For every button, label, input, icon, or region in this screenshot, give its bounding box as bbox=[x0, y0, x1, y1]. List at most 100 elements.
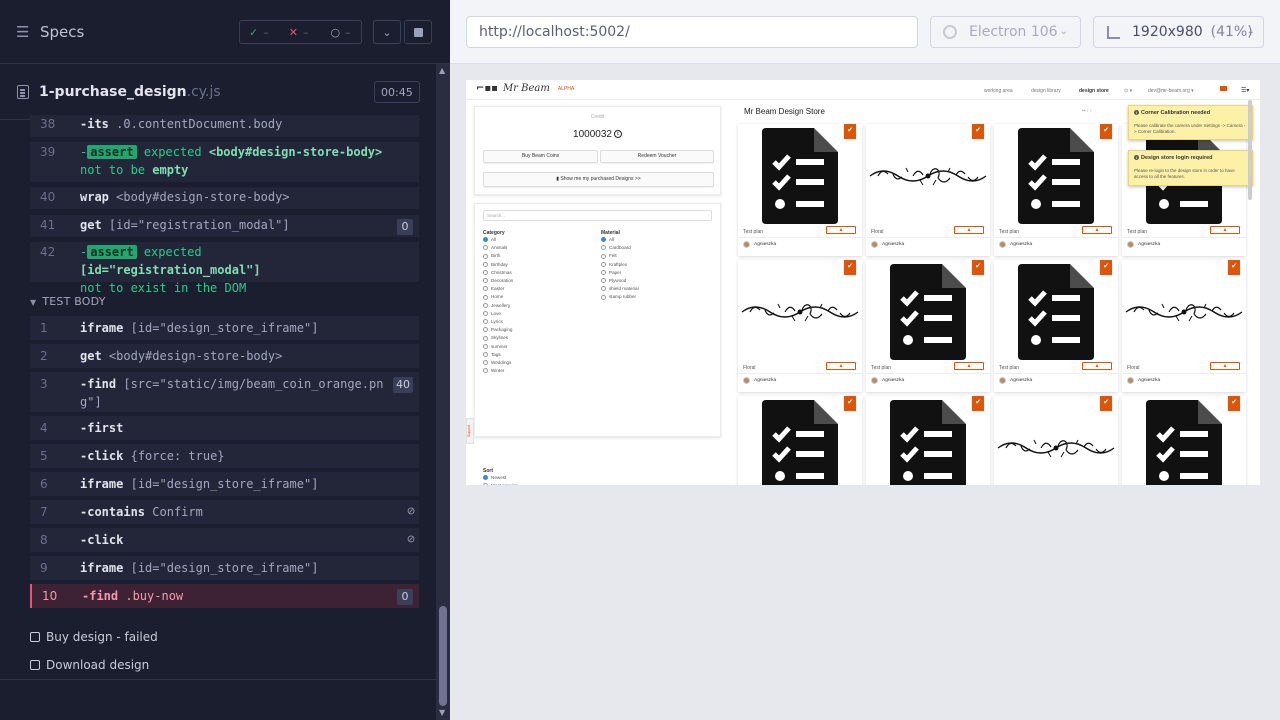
design-card[interactable]: ✔Test plan▲Agnieszka bbox=[994, 260, 1118, 392]
test-item-download-design[interactable]: Download design bbox=[30, 658, 149, 672]
material-option[interactable]: Cardboard bbox=[601, 245, 631, 250]
floral-ornament-image[interactable] bbox=[866, 124, 990, 227]
support-tab[interactable]: Support bbox=[466, 418, 474, 444]
sort-option[interactable]: Most popular bbox=[483, 483, 518, 485]
category-option[interactable]: Decoration bbox=[483, 278, 513, 283]
bookmark-ribbon-icon[interactable]: ✔ bbox=[1228, 396, 1240, 411]
material-option[interactable]: All bbox=[601, 237, 614, 242]
command-row[interactable]: 3 -find [src="static/img/beam_coin_orang… bbox=[30, 372, 419, 412]
category-option[interactable]: Lyrics bbox=[483, 319, 503, 324]
failed-command-row[interactable]: 10 -find .buy-now 0 bbox=[30, 584, 419, 608]
category-option[interactable]: Love bbox=[483, 311, 501, 316]
document-checklist-icon[interactable] bbox=[738, 124, 862, 227]
design-card[interactable]: ✔ bbox=[1122, 396, 1246, 485]
stop-button[interactable] bbox=[404, 20, 432, 44]
category-option[interactable]: Weddings bbox=[483, 360, 511, 365]
buy-design-button[interactable]: ▲ bbox=[1082, 362, 1112, 370]
command-row[interactable]: 1 iframe [id="design_store_iframe"] bbox=[30, 316, 419, 340]
spec-file-row[interactable]: 1-purchase_design .cy.js 00:45 bbox=[0, 76, 430, 108]
test-body-header[interactable]: ▼ TEST BODY bbox=[30, 295, 106, 308]
command-row[interactable]: 41 get [id="registration_modal"] 0 bbox=[30, 215, 419, 237]
design-card[interactable]: ✔ Floral ▲ Agnieszka bbox=[738, 260, 862, 392]
category-option[interactable]: All bbox=[483, 237, 496, 242]
design-card[interactable]: ✔ bbox=[738, 396, 862, 485]
material-option[interactable]: Kraftplex bbox=[601, 262, 627, 267]
redeem-voucher-button[interactable]: Redeem Voucher bbox=[600, 150, 714, 163]
bookmark-ribbon-icon[interactable]: ✔ bbox=[844, 260, 856, 275]
nav-design-store[interactable]: design store bbox=[1079, 88, 1109, 94]
command-row[interactable]: 6 iframe [id="design_store_iframe"] bbox=[30, 472, 419, 496]
nav-design-library[interactable]: design library bbox=[1031, 88, 1061, 94]
category-option[interactable]: Christmas bbox=[483, 270, 512, 275]
store-view-controls[interactable]: ▪▪ ‹ › bbox=[1082, 108, 1092, 114]
assert-row[interactable]: 39 - assert expected <body#design-store-b… bbox=[30, 142, 419, 182]
nav-user-menu[interactable]: dev@mr-beam.org ▾ bbox=[1148, 88, 1194, 94]
bookmark-ribbon-icon[interactable]: ✔ bbox=[972, 124, 984, 139]
category-option[interactable]: Winter bbox=[483, 368, 504, 373]
command-row[interactable]: 9 iframe [id="design_store_iframe"] bbox=[30, 556, 419, 580]
viewport-selector[interactable]: 1920x980 (41%) ⌄ bbox=[1093, 16, 1264, 48]
document-checklist-icon[interactable] bbox=[866, 260, 990, 363]
bookmark-ribbon-icon[interactable]: ✔ bbox=[844, 124, 856, 139]
buy-design-button[interactable]: ▲ bbox=[826, 362, 856, 370]
floral-ornament-image[interactable] bbox=[1122, 260, 1246, 363]
command-row[interactable]: 2 get <body#design-store-body> bbox=[30, 344, 419, 368]
category-option[interactable]: summer bbox=[483, 344, 508, 349]
buy-design-button[interactable]: ▲ bbox=[954, 226, 984, 234]
specs-list-icon[interactable]: ☰ bbox=[16, 23, 34, 41]
category-option[interactable]: Animals bbox=[483, 245, 507, 250]
category-option[interactable]: Skylines bbox=[483, 335, 508, 340]
category-option[interactable]: Birthday bbox=[483, 262, 508, 267]
nav-status[interactable]: ⊙ ▾ bbox=[1124, 88, 1132, 94]
store-login-notification[interactable]: Design store login required Please re-lo… bbox=[1128, 150, 1253, 186]
app-scrollbar[interactable] bbox=[1248, 100, 1252, 200]
corner-calibration-notification[interactable]: Corner Calibration needed Please calibra… bbox=[1128, 105, 1253, 140]
test-item-buy-design[interactable]: Buy design - failed bbox=[30, 630, 158, 644]
material-option[interactable]: Plywood bbox=[601, 278, 626, 283]
design-card[interactable]: ✔Test plan▲Agnieszka bbox=[738, 124, 862, 256]
browser-selector[interactable]: Electron 106 ⌄ bbox=[930, 16, 1081, 48]
bookmark-ribbon-icon[interactable]: ✔ bbox=[972, 396, 984, 411]
command-row[interactable]: 7 -contains Confirm ⊘ bbox=[30, 500, 419, 524]
bookmark-ribbon-icon[interactable]: ✔ bbox=[1100, 396, 1112, 411]
command-row[interactable]: 5 -click {force: true} bbox=[30, 444, 419, 468]
material-option[interactable]: Felt bbox=[601, 253, 617, 258]
design-search-input[interactable]: Search... bbox=[483, 210, 712, 221]
nav-working-area[interactable]: working area bbox=[984, 88, 1013, 94]
chevron-down-icon[interactable]: ⌄ bbox=[373, 20, 401, 44]
category-option[interactable]: Jewellery bbox=[483, 303, 510, 308]
buy-beam-coins-button[interactable]: Buy Beam Coins bbox=[483, 150, 598, 163]
category-option[interactable]: Easter bbox=[483, 286, 504, 291]
sort-option[interactable]: Newest bbox=[483, 475, 506, 480]
scroll-down-icon[interactable]: ▼ bbox=[439, 708, 445, 717]
mail-icon[interactable] bbox=[1220, 86, 1227, 91]
buy-design-button[interactable]: ▲ bbox=[1210, 362, 1240, 370]
design-card[interactable]: ✔Test plan▲Agnieszka bbox=[1122, 124, 1246, 256]
material-option[interactable]: shield material bbox=[601, 286, 639, 291]
category-option[interactable]: Packaging bbox=[483, 327, 512, 332]
category-option[interactable]: Home bbox=[483, 294, 503, 299]
design-card[interactable]: ✔ bbox=[994, 396, 1118, 485]
command-row[interactable]: 38 -its .0.contentDocument.body bbox=[30, 115, 419, 137]
design-card[interactable]: ✔Test plan▲Agnieszka bbox=[994, 124, 1118, 256]
buy-design-button[interactable]: ▲ bbox=[1210, 226, 1240, 234]
command-row[interactable]: 40 wrap <body#design-store-body> bbox=[30, 187, 419, 209]
command-row[interactable]: 4 -first bbox=[30, 416, 419, 440]
bookmark-ribbon-icon[interactable]: ✔ bbox=[1100, 124, 1112, 139]
design-card[interactable]: ✔ bbox=[866, 396, 990, 485]
reporter-scrollbar[interactable]: ▲ ▼ bbox=[436, 64, 450, 720]
buy-design-button[interactable]: ▲ bbox=[1082, 226, 1112, 234]
material-option[interactable]: Paper bbox=[601, 270, 621, 275]
assert-row[interactable]: 42 - assert expected [id="registration_mo… bbox=[30, 242, 419, 295]
material-option[interactable]: stamp rubber bbox=[601, 294, 636, 299]
bookmark-ribbon-icon[interactable]: ✔ bbox=[1100, 260, 1112, 275]
command-row[interactable]: 8 -click ⊘ bbox=[30, 528, 419, 552]
scrollbar-thumb[interactable] bbox=[439, 606, 447, 706]
scroll-up-icon[interactable]: ▲ bbox=[439, 66, 445, 75]
design-card[interactable]: ✔ Floral ▲ Agnieszka bbox=[1122, 260, 1246, 392]
mr-beam-logo[interactable]: ⌐▪▪ Mr Beam ALPHA bbox=[476, 83, 574, 94]
category-option[interactable]: Tags bbox=[483, 352, 501, 357]
purchased-designs-button[interactable]: ▮ Show me my purchased Designs >> bbox=[483, 172, 714, 187]
buy-design-button[interactable]: ▲ bbox=[826, 226, 856, 234]
category-option[interactable]: Birth bbox=[483, 253, 500, 258]
